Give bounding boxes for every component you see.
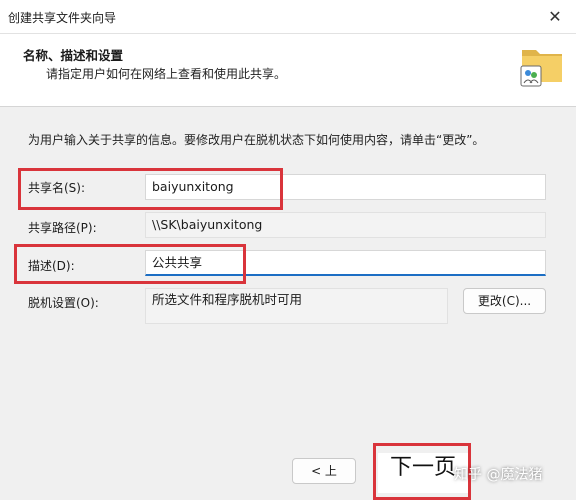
share-path-label: 共享路径(P): — [28, 221, 97, 235]
page-title: 名称、描述和设置 — [23, 48, 124, 63]
window-title: 创建共享文件夹向导 — [8, 11, 117, 25]
description-input[interactable]: 公共共享 — [145, 250, 546, 276]
wizard-header: 名称、描述和设置 请指定用户如何在网络上查看和使用此共享。 — [0, 34, 576, 107]
page-subtitle: 请指定用户如何在网络上查看和使用此共享。 — [46, 67, 287, 81]
share-name-label: 共享名(S): — [28, 181, 86, 195]
close-icon[interactable]: ✕ — [542, 4, 568, 30]
offline-settings-label: 脱机设置(O): — [28, 296, 99, 310]
shared-folder-icon — [520, 50, 562, 87]
offline-settings-field: 所选文件和程序脱机时可用 — [145, 288, 448, 324]
change-button[interactable]: 更改(C)... — [463, 288, 546, 314]
title-bar: 创建共享文件夹向导 ✕ — [0, 0, 576, 34]
watermark-text: 知乎 @魔法猪 — [454, 467, 543, 483]
back-button[interactable]: < 上 — [292, 458, 356, 484]
description-label: 描述(D): — [28, 259, 75, 273]
instructions-text: 为用户输入关于共享的信息。要修改用户在脱机状态下如何使用内容，请单击“更改”。 — [28, 133, 485, 147]
share-name-input[interactable]: baiyunxitong — [145, 174, 546, 200]
share-path-field: \\SK\baiyunxitong — [145, 212, 546, 238]
